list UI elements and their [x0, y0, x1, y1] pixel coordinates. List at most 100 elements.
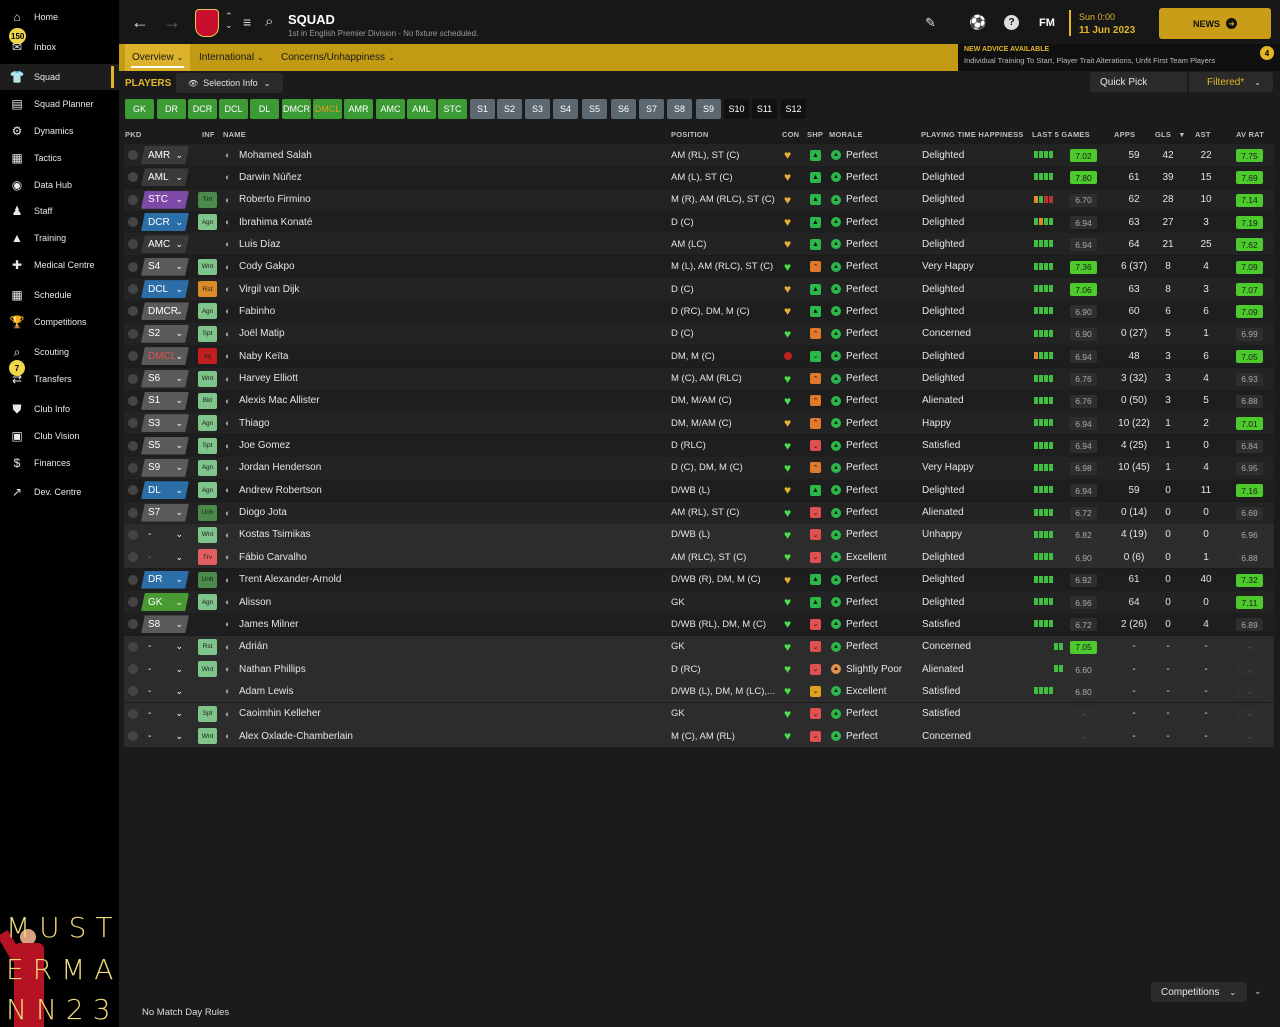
info-badge[interactable]: Bkt: [198, 392, 217, 409]
info-badge[interactable]: Agn: [198, 459, 217, 476]
position-filter-s3[interactable]: S3: [525, 99, 550, 119]
table-row[interactable]: S2 ⌄ Spt ◐ Joël Matip D (C) ♥ ⌃ ▲ Perfect Concerne…: [124, 322, 1274, 345]
table-row[interactable]: - ⌄ Rst ◐ Adrián GK ♥ ⌄ ▲ Perfect Concerned 7.05- - -…: [124, 635, 1274, 658]
selection-dropdown[interactable]: S5 ⌄: [141, 436, 189, 455]
pick-checkbox[interactable]: [128, 172, 138, 183]
info-badge[interactable]: Wnt: [198, 258, 217, 275]
selection-dropdown[interactable]: STC ⌄: [141, 190, 189, 209]
match-day-rules[interactable]: No Match Day Rules: [142, 1007, 229, 1018]
table-row[interactable]: DMCR ⌄ Agn ◐ Fabinho D (RC), DM, M (C) ♥ ▲ ▲ Perf…: [124, 300, 1274, 323]
filter-button[interactable]: Filtered* ⌄: [1197, 72, 1273, 92]
player-name[interactable]: Nathan Phillips: [239, 658, 306, 680]
selection-dropdown[interactable]: DR ⌄: [141, 570, 189, 589]
selection-dropdown[interactable]: DL ⌄: [141, 481, 189, 500]
player-name[interactable]: Andrew Robertson: [239, 479, 322, 501]
player-name[interactable]: Alex Oxlade-Chamberlain: [239, 725, 353, 747]
column-header-gls[interactable]: GLS: [1155, 130, 1171, 139]
back-arrow-icon[interactable]: ←: [131, 12, 149, 33]
selection-dropdown[interactable]: S9 ⌄: [141, 458, 189, 477]
player-name[interactable]: Joël Matip: [239, 323, 285, 345]
selection-dropdown[interactable]: AML ⌄: [141, 168, 189, 187]
position-filter-s8[interactable]: S8: [667, 99, 692, 119]
edit-icon[interactable]: ✎: [925, 15, 936, 31]
club-crest-icon[interactable]: [195, 9, 219, 37]
pick-checkbox[interactable]: [128, 574, 138, 585]
table-row[interactable]: S6 ⌄ Wnt ◐ Harvey Elliott M (C), AM (RLC) ♥ ⌃ ▲ P…: [124, 367, 1274, 390]
pick-checkbox[interactable]: [128, 261, 138, 272]
player-name[interactable]: Kostas Tsimikas: [239, 524, 311, 546]
info-badge[interactable]: Unh: [198, 504, 217, 521]
position-filter-dmcl[interactable]: DMCL: [313, 99, 342, 119]
player-name[interactable]: Fabinho: [239, 300, 275, 322]
position-filter-s5[interactable]: S5: [582, 99, 607, 119]
position-filter-gk[interactable]: GK: [125, 99, 154, 119]
position-filter-stc[interactable]: STC: [438, 99, 467, 119]
position-filter-s6[interactable]: S6: [611, 99, 636, 119]
pick-checkbox[interactable]: [128, 284, 138, 295]
info-badge[interactable]: Inj: [198, 348, 217, 365]
selection-dropdown[interactable]: S4 ⌄: [141, 257, 189, 276]
info-badge[interactable]: Agn: [198, 594, 217, 610]
player-name[interactable]: Naby Keïta: [239, 345, 288, 367]
info-badge[interactable]: Agn: [198, 415, 217, 432]
table-row[interactable]: GK ⌄ Agn ◐ Alisson GK ♥ ▲ ▲ Perfect Delighted 6.96 6…: [124, 591, 1274, 613]
position-filter-s11[interactable]: S11: [752, 99, 777, 119]
table-row[interactable]: AML ⌄ ◐ Darwin Núñez AM (L), ST (C) ♥ ▲ ▲ Perfec…: [124, 166, 1274, 189]
pick-checkbox[interactable]: [128, 150, 138, 160]
football-icon[interactable]: ⚽: [969, 14, 986, 31]
pick-checkbox[interactable]: [128, 664, 138, 675]
pick-checkbox[interactable]: [128, 328, 138, 339]
column-header-morale[interactable]: MORALE: [829, 130, 863, 139]
column-header-shp[interactable]: SHP: [807, 130, 823, 139]
selection-dropdown[interactable]: - ⌄: [141, 637, 189, 656]
sidebar-item-data-hub[interactable]: ◉ Data Hub: [0, 172, 119, 198]
sidebar-item-home[interactable]: ⌂ Home: [0, 4, 119, 30]
sidebar-item-transfers[interactable]: ⇄ Transfers 7: [0, 360, 119, 392]
player-name[interactable]: Fábio Carvalho: [239, 546, 307, 568]
player-name[interactable]: Ibrahima Konaté: [239, 211, 312, 233]
table-row[interactable]: S5 ⌄ Spt ◐ Joe Gomez D (RLC) ♥ ⌄ ▲ Perfect Satisfi…: [124, 434, 1274, 457]
info-badge[interactable]: Rst: [198, 638, 217, 655]
selection-dropdown[interactable]: S7 ⌄: [141, 503, 189, 522]
position-filter-dl[interactable]: DL: [250, 99, 279, 119]
table-row[interactable]: DCL ⌄ Rst ◐ Virgil van Dijk D (C) ♥ ▲ ▲ Perfect De…: [124, 278, 1274, 301]
search-icon[interactable]: ⌕: [265, 13, 273, 30]
selection-dropdown[interactable]: S2 ⌄: [141, 324, 189, 343]
position-filter-aml[interactable]: AML: [407, 99, 436, 119]
selection-dropdown[interactable]: DCL ⌄: [141, 280, 189, 299]
column-header-last-5-games[interactable]: LAST 5 GAMES: [1032, 130, 1090, 139]
sidebar-item-squad[interactable]: 👕 Squad: [0, 64, 119, 90]
info-badge[interactable]: Trn: [198, 191, 217, 208]
pick-checkbox[interactable]: [128, 306, 138, 317]
sidebar-item-competitions[interactable]: 🏆 Competitions: [0, 309, 119, 335]
fm-logo[interactable]: FM: [1039, 17, 1055, 29]
column-header-ast[interactable]: AST: [1195, 130, 1211, 139]
selection-dropdown[interactable]: - ⌄: [141, 682, 189, 701]
info-badge[interactable]: Spt: [198, 705, 217, 722]
info-badge[interactable]: Rst: [198, 281, 217, 298]
table-row[interactable]: - ⌄ Wnt ◐ Nathan Phillips D (RC) ♥ ⌄ ▲ Slightly P…: [124, 658, 1274, 681]
table-row[interactable]: S9 ⌄ Agn ◐ Jordan Henderson D (C), DM, M (C) ♥…: [124, 456, 1274, 479]
info-badge[interactable]: Spt: [198, 437, 217, 454]
pick-checkbox[interactable]: [128, 597, 138, 607]
advice-panel[interactable]: NEW ADVICE AVAILABLE Individual Training…: [958, 44, 1280, 71]
table-row[interactable]: - ⌄ Trv ◐ Fábio Carvalho AM (RLC), ST (C) ♥ ⌄ ▲ E…: [124, 546, 1274, 569]
info-badge[interactable]: Trv: [198, 549, 217, 566]
table-row[interactable]: DL ⌄ Agn ◐ Andrew Robertson D/WB (L) ♥ ▲ ▲ Perfec…: [124, 479, 1274, 502]
pick-checkbox[interactable]: [128, 194, 138, 205]
table-row[interactable]: DR ⌄ Unh ◐ Trent Alexander-Arnold D/WB (R), D…: [124, 568, 1274, 591]
pick-checkbox[interactable]: [128, 708, 138, 719]
table-row[interactable]: S7 ⌄ Unh ◐ Diogo Jota AM (RL), ST (C) ♥ ⌄ ▲ Perfe…: [124, 501, 1274, 524]
table-row[interactable]: AMC ⌄ ◐ Luis Díaz AM (LC) ♥ ▲ ▲ Perfect Delighted…: [124, 233, 1274, 256]
player-name[interactable]: Luis Díaz: [239, 233, 281, 255]
table-row[interactable]: - ⌄ Wnt ◐ Kostas Tsimikas D/WB (L) ♥ ⌄ ▲ Perfect U…: [124, 523, 1274, 546]
selection-dropdown[interactable]: DCR ⌄: [141, 213, 189, 232]
position-filter-s4[interactable]: S4: [553, 99, 578, 119]
tab-concerns[interactable]: Concerns/Unhappiness ⌄: [281, 44, 395, 71]
sidebar-item-medical-centre[interactable]: ✚ Medical Centre: [0, 252, 119, 278]
info-badge[interactable]: Unh: [198, 571, 217, 588]
column-header-av-rat[interactable]: AV RAT: [1236, 130, 1264, 139]
tab-overview[interactable]: Overview ⌄: [125, 44, 190, 71]
selection-info-button[interactable]: 👁 Selection Info ⌄: [176, 73, 283, 93]
info-badge[interactable]: Spt: [198, 325, 217, 342]
